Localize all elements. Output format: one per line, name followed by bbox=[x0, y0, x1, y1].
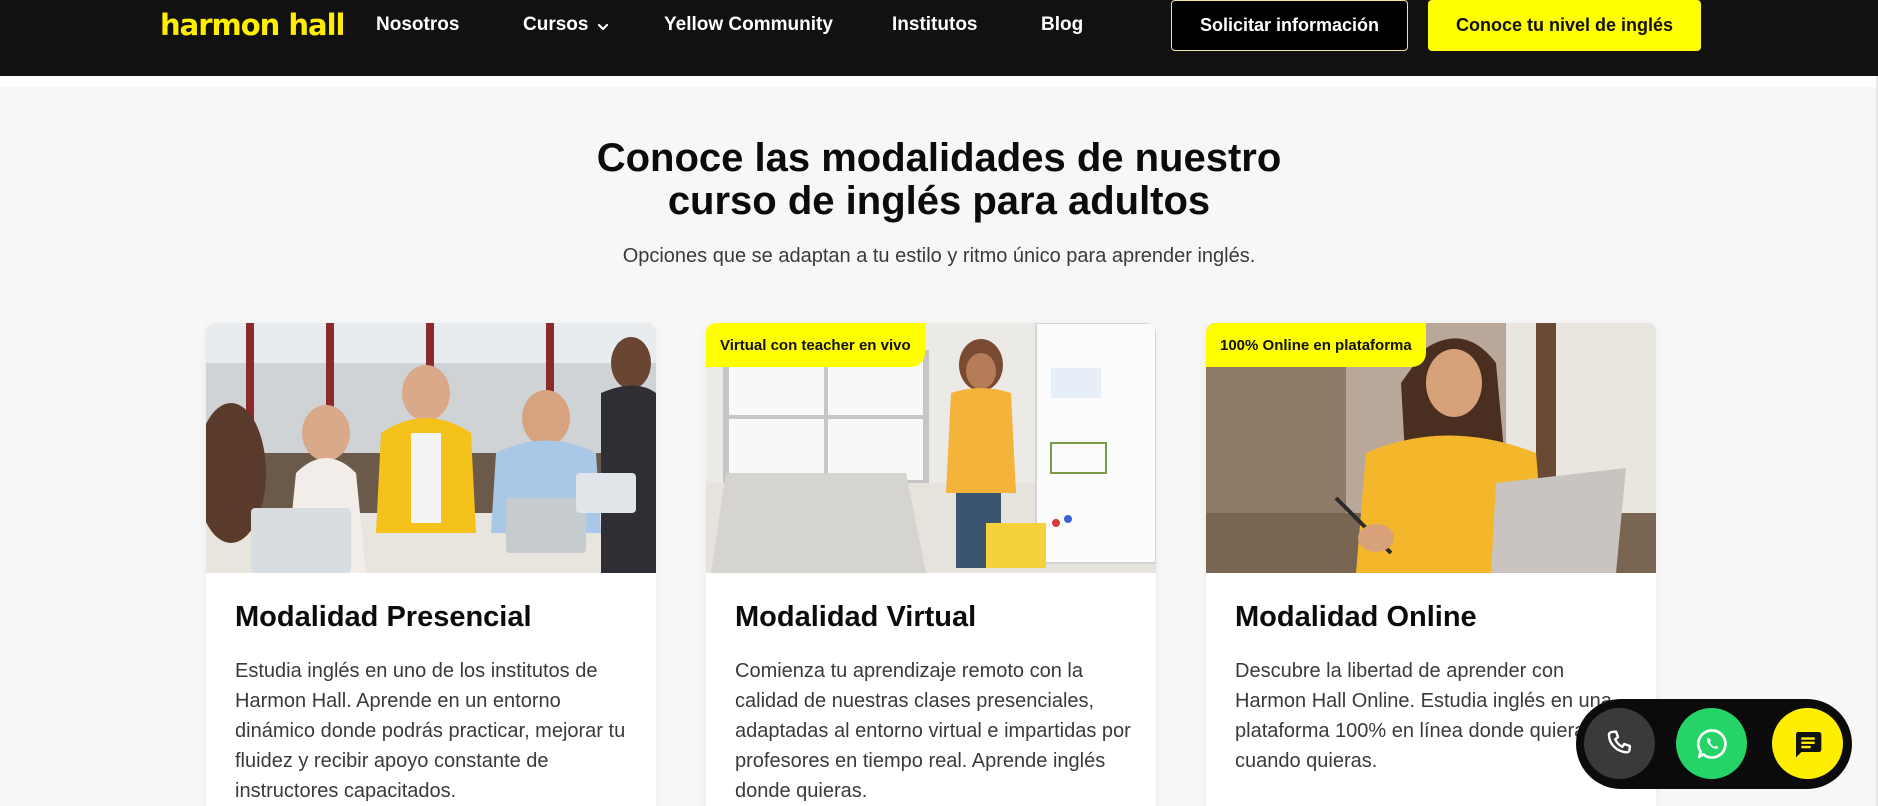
card-title: Modalidad Presencial bbox=[235, 601, 532, 633]
nav-cursos[interactable]: Cursos bbox=[523, 14, 610, 36]
card-image-virtual: Virtual con teacher en vivo bbox=[706, 323, 1156, 573]
request-info-button[interactable]: Solicitar información bbox=[1171, 0, 1408, 51]
section-subtitle: Opciones que se adaptan a tu estilo y ri… bbox=[622, 245, 1256, 267]
logo[interactable]: harmon hall bbox=[160, 8, 345, 42]
card-image-online: 100% Online en plataforma bbox=[1206, 323, 1656, 573]
nav-blog[interactable]: Blog bbox=[1041, 14, 1083, 36]
card-presencial[interactable]: Modalidad Presencial Estudia inglés en u… bbox=[206, 323, 656, 806]
level-test-button[interactable]: Conoce tu nivel de inglés bbox=[1428, 0, 1701, 51]
section-title-line2: curso de inglés para adultos bbox=[667, 179, 1211, 223]
contact-bar bbox=[1576, 699, 1852, 789]
header-divider bbox=[0, 76, 1876, 87]
card-virtual[interactable]: Virtual con teacher en vivo Modalidad Vi… bbox=[706, 323, 1156, 806]
chevron-down-icon bbox=[596, 18, 610, 32]
chat-icon bbox=[1795, 731, 1821, 757]
nav-cursos-label: Cursos bbox=[523, 14, 589, 35]
whatsapp-button[interactable] bbox=[1676, 708, 1747, 779]
card-description: Descubre la libertad de aprender con Har… bbox=[1235, 660, 1612, 772]
nav-nosotros[interactable]: Nosotros bbox=[376, 14, 459, 36]
nav-yellow-community[interactable]: Yellow Community bbox=[664, 14, 833, 36]
nav-institutos[interactable]: Institutos bbox=[892, 14, 978, 36]
section-title: Conoce las modalidades de nuestro curso … bbox=[439, 137, 1439, 223]
card-image-presencial bbox=[206, 323, 656, 573]
card-title: Modalidad Online bbox=[1235, 601, 1477, 633]
card-title: Modalidad Virtual bbox=[735, 601, 977, 633]
card-description: Comienza tu aprendizaje remoto con la ca… bbox=[735, 660, 1131, 802]
section-title-line1: Conoce las modalidades de nuestro bbox=[596, 136, 1282, 180]
chat-button[interactable] bbox=[1772, 708, 1843, 779]
phone-button[interactable] bbox=[1584, 708, 1655, 779]
modality-badge: 100% Online en plataforma bbox=[1206, 323, 1426, 367]
phone-icon bbox=[1607, 729, 1631, 754]
whatsapp-icon bbox=[1696, 728, 1727, 759]
modality-badge: Virtual con teacher en vivo bbox=[706, 323, 925, 367]
page: harmon hall Nosotros Cursos Yellow Commu… bbox=[0, 0, 1878, 806]
site-header: harmon hall Nosotros Cursos Yellow Commu… bbox=[0, 0, 1878, 76]
card-description: Estudia inglés en uno de los institutos … bbox=[235, 660, 626, 802]
